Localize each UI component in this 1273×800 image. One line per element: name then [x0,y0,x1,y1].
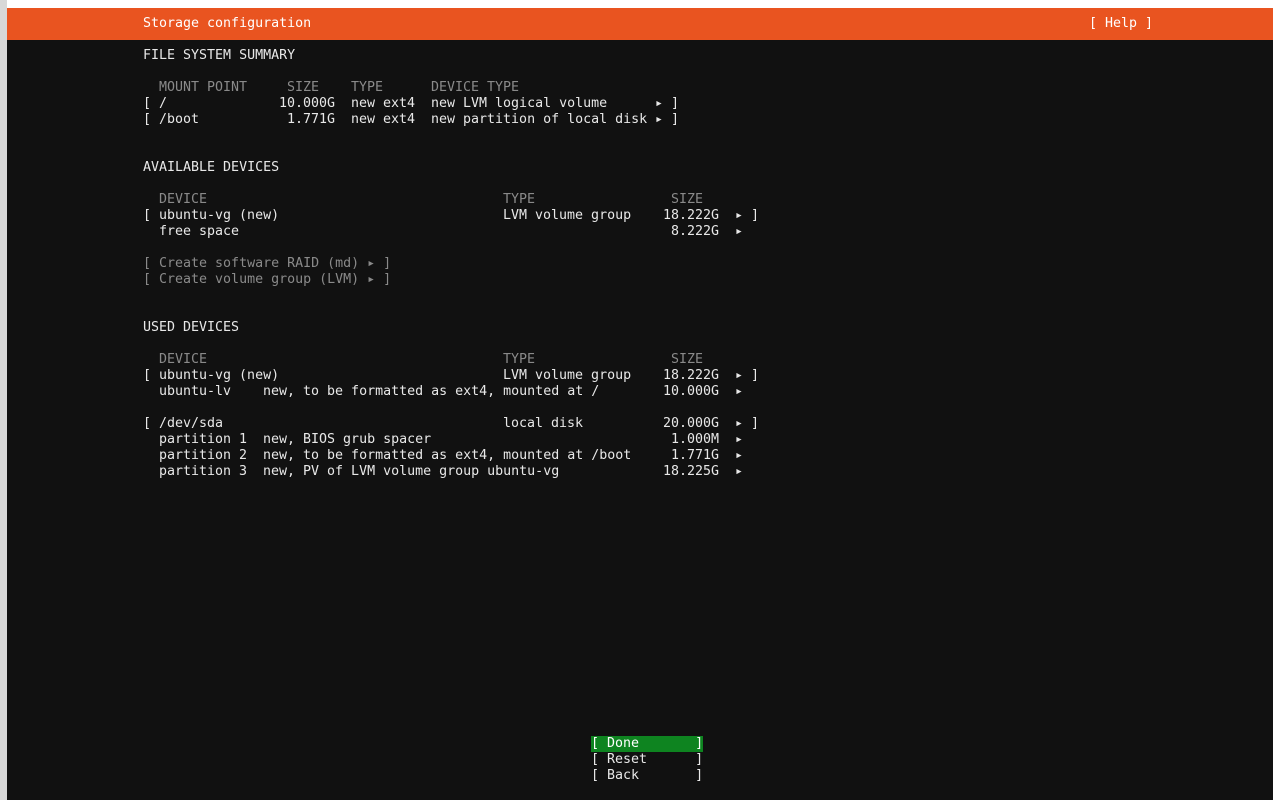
child-size: 1.771G [671,448,720,463]
device-size: 18.222G [663,208,720,223]
row-arrow-icon[interactable]: ▸ ] [735,416,759,432]
child-name: partition 2 [159,448,248,463]
size: 10.000G [279,96,336,111]
row-arrow-icon[interactable]: ▸ [735,384,743,400]
child-size: 1.000M [671,432,720,447]
child-desc: new, to be formatted as ext4, mounted at… [263,448,632,463]
reset-button[interactable]: [ Reset ] [591,752,703,768]
col-type: TYPE [503,352,536,367]
row-arrow-icon[interactable]: ▸ [735,224,743,240]
done-button[interactable]: [ Done ] [591,736,703,752]
row-arrow-icon[interactable]: ▸ ] [655,96,679,112]
installer-screen: Storage configuration [ Help ] FILE SYST… [7,8,1273,800]
device-type: new partition of local disk [431,112,648,127]
size: 1.771G [287,112,336,127]
child-size: 10.000G [663,384,720,399]
mount-point: /boot [159,112,200,127]
fs-type: new ext4 [351,112,416,127]
col-device: DEVICE [159,352,208,367]
child-desc: new, BIOS grub spacer [263,432,432,447]
child-name: partition 3 [159,464,248,479]
device-size: 8.222G [671,224,720,239]
row-arrow-icon[interactable]: ▸ [735,464,743,480]
device-type: LVM volume group [503,368,632,383]
device-name: ubuntu-vg (new) [159,208,280,223]
child-name: partition 1 [159,432,248,447]
window-left-border [0,0,7,800]
row-open-bracket: [ [143,208,152,223]
row-arrow-icon[interactable]: ▸ ] [655,112,679,128]
row-arrow-icon[interactable]: ▸ [735,432,743,448]
row-open-bracket: [ [143,368,152,383]
row-arrow-icon[interactable]: ▸ ] [735,208,759,224]
row-open-bracket: [ [143,96,152,111]
row-arrow-icon[interactable]: ▸ ] [735,368,759,384]
used-devices-heading: USED DEVICES [143,320,240,335]
child-desc: new, PV of LVM volume group ubuntu-vg [263,464,560,479]
help-button[interactable]: [ Help ] [1089,16,1153,32]
device-name: free space [159,224,240,239]
col-mount-point: MOUNT POINT [159,80,248,95]
create-volume-group-button[interactable]: [ Create volume group (LVM) ▸ ] [143,272,391,288]
fs-type: new ext4 [351,96,416,111]
row-open-bracket: [ [143,112,152,127]
child-desc: new, to be formatted as ext4, mounted at… [263,384,600,399]
window-top-border [0,0,1273,8]
fs-summary-heading: FILE SYSTEM SUMMARY [143,48,296,63]
device-name: ubuntu-vg (new) [159,368,280,383]
col-type: TYPE [503,192,536,207]
mount-point: / [159,96,168,111]
device-size: 18.222G [663,368,720,383]
row-arrow-icon[interactable]: ▸ [735,448,743,464]
device-type: new LVM logical volume [431,96,608,111]
col-type: TYPE [351,80,384,95]
row-open-bracket: [ [143,416,152,431]
col-device: DEVICE [159,192,208,207]
col-size: SIZE [287,80,320,95]
child-name: ubuntu-lv [159,384,232,399]
col-size: SIZE [671,352,704,367]
device-size: 20.000G [663,416,720,431]
col-size: SIZE [671,192,704,207]
back-button[interactable]: [ Back ] [591,768,703,784]
device-type: LVM volume group [503,208,632,223]
available-devices-heading: AVAILABLE DEVICES [143,160,280,175]
child-size: 18.225G [663,464,720,479]
page-title: Storage configuration [143,16,312,31]
device-name: /dev/sda [159,416,224,431]
col-device-type: DEVICE TYPE [431,80,520,95]
device-type: local disk [503,416,584,431]
create-raid-button[interactable]: [ Create software RAID (md) ▸ ] [143,256,391,272]
